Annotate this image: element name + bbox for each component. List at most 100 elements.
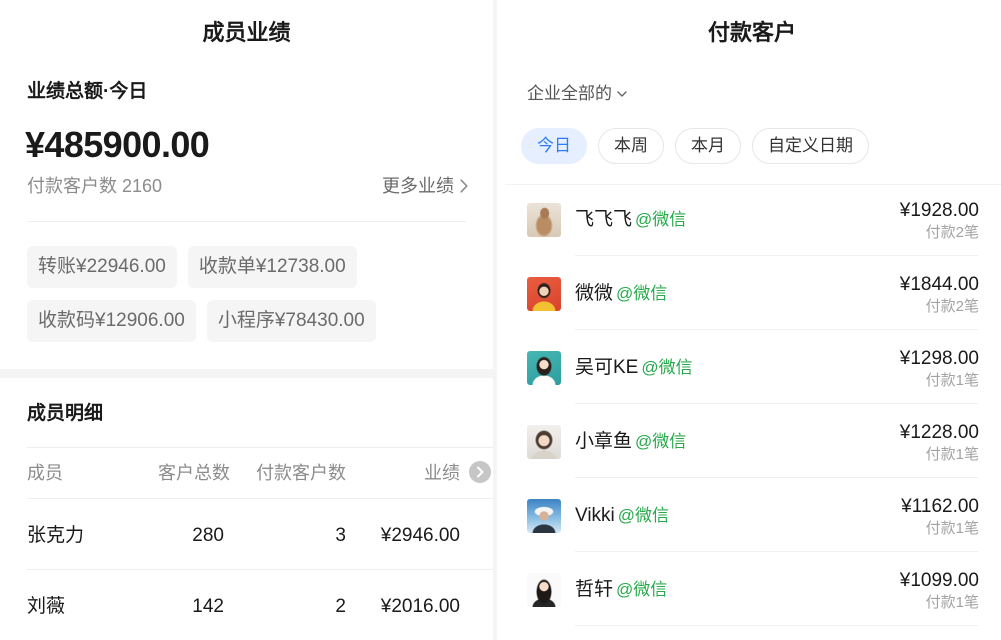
customer-payment-count: 付款2笔 xyxy=(925,298,979,315)
customer-list-item[interactable]: 小章鱼 @微信 ¥1228.00 付款1笔 xyxy=(497,405,1001,479)
customer-list-item[interactable]: 微微 @微信 ¥1844.00 付款2笔 xyxy=(497,257,1001,331)
paying-customers-panel: 付款客户 企业全部的 今日 本周 本月 自定义日期 飞飞飞 @微信 ¥1928.0… xyxy=(497,0,1001,640)
payment-channel-tag: 收款单¥12738.00 xyxy=(187,246,357,288)
paying-customers-value: 2160 xyxy=(122,176,163,196)
divider xyxy=(575,625,978,626)
payment-channel-label: 转账 xyxy=(38,256,77,277)
customer-list-item[interactable]: 飞飞飞 @微信 ¥1928.00 付款2笔 xyxy=(497,183,1001,257)
payment-channel-label: 小程序 xyxy=(217,310,275,331)
customer-name-line: 飞飞飞 @微信 xyxy=(575,207,686,234)
member-row[interactable]: 刘薇 142 2 ¥2016.00 xyxy=(0,583,493,631)
customer-amount: ¥1099.00 xyxy=(899,570,979,591)
more-performance-link[interactable]: 更多业绩 xyxy=(382,175,468,197)
divider xyxy=(575,477,978,478)
customer-avatar xyxy=(527,573,561,607)
customer-name: 哲轩 xyxy=(575,579,614,600)
customer-payment-count: 付款1笔 xyxy=(925,520,979,537)
column-header-total-customers: 客户总数 xyxy=(158,463,230,483)
customer-name: 吴可KE xyxy=(575,357,639,378)
customer-avatar xyxy=(527,425,561,459)
customer-amount: ¥1298.00 xyxy=(899,348,979,369)
customer-payment-count: 付款1笔 xyxy=(925,446,979,463)
date-filter-this-week[interactable]: 本周 xyxy=(598,128,664,164)
member-paying-customers: 2 xyxy=(335,596,346,617)
chevron-right-icon xyxy=(460,179,468,193)
divider xyxy=(27,221,466,222)
payment-channel-amount: ¥12906.00 xyxy=(95,310,185,331)
date-filter-this-month[interactable]: 本月 xyxy=(675,128,741,164)
payment-channel-amount: ¥22946.00 xyxy=(76,256,166,277)
customer-avatar xyxy=(527,499,561,533)
more-performance-label: 更多业绩 xyxy=(382,176,454,196)
scope-filter-dropdown[interactable]: 企业全部的 xyxy=(527,83,627,105)
payment-channel-tags: 转账¥22946.00 收款单¥12738.00 xyxy=(27,246,357,288)
section-title: 成员明细 xyxy=(27,403,104,424)
divider xyxy=(27,447,493,448)
member-total-customers: 142 xyxy=(192,596,224,617)
page-title: 付款客户 xyxy=(707,20,796,45)
customer-name-line: 吴可KE @微信 xyxy=(575,355,693,382)
scope-filter-label: 企业全部的 xyxy=(527,84,612,103)
column-header-member: 成员 xyxy=(27,463,63,483)
customer-list-item[interactable]: Vikki @微信 ¥1162.00 付款1笔 xyxy=(497,479,1001,553)
divider xyxy=(575,403,978,404)
customer-avatar xyxy=(527,203,561,237)
divider xyxy=(27,498,493,499)
page-title: 成员业绩 xyxy=(202,20,291,45)
date-filter-today[interactable]: 今日 xyxy=(521,128,587,164)
summary-label: 业绩总额·今日 xyxy=(27,81,148,102)
member-paying-customers: 3 xyxy=(335,525,346,546)
customer-payment-count: 付款1笔 xyxy=(925,594,979,611)
payment-channel-amount: ¥12738.00 xyxy=(255,256,346,277)
divider xyxy=(575,255,978,256)
date-filter-custom[interactable]: 自定义日期 xyxy=(752,128,869,164)
date-filter-tabs: 今日 本周 本月 自定义日期 xyxy=(521,128,869,164)
member-name: 张克力 xyxy=(27,525,85,546)
customer-source: @微信 xyxy=(635,432,687,451)
payment-channel-tag: 收款码¥12906.00 xyxy=(27,300,196,342)
customer-name: 飞飞飞 xyxy=(575,209,633,230)
payment-channel-tags: 收款码¥12906.00 小程序¥78430.00 xyxy=(27,300,376,342)
member-performance: ¥2946.00 xyxy=(380,525,460,546)
payment-channel-tag: 转账¥22946.00 xyxy=(27,246,177,288)
member-performance-panel: 成员业绩 业绩总额·今日 ¥485900.00 付款客户数 2160 更多业绩 … xyxy=(0,0,493,640)
customer-source: @微信 xyxy=(635,210,687,229)
customer-name-line: Vikki @微信 xyxy=(575,503,669,530)
customer-avatar xyxy=(527,277,561,311)
member-table-header: 成员 客户总数 付款客户数 业绩 xyxy=(0,449,493,497)
customer-source: @微信 xyxy=(617,506,670,525)
customer-amount: ¥1228.00 xyxy=(899,422,979,443)
customer-avatar xyxy=(527,351,561,385)
divider xyxy=(575,551,978,552)
payment-channel-amount: ¥78430.00 xyxy=(274,310,365,331)
customer-list-item[interactable]: 吴可KE @微信 ¥1298.00 付款1笔 xyxy=(497,331,1001,405)
customer-source: @微信 xyxy=(641,358,693,377)
payment-channel-label: 收款单 xyxy=(198,256,256,277)
customer-source: @微信 xyxy=(616,284,668,303)
member-total-customers: 280 xyxy=(192,525,224,546)
customer-amount: ¥1928.00 xyxy=(899,200,979,221)
customer-name: Vikki xyxy=(575,505,615,526)
customer-source: @微信 xyxy=(616,580,668,599)
member-performance: ¥2016.00 xyxy=(380,596,460,617)
customer-payment-count: 付款1笔 xyxy=(925,372,979,389)
column-header-performance: 业绩 xyxy=(424,463,460,483)
customer-name-line: 微微 @微信 xyxy=(575,281,667,308)
section-separator xyxy=(0,369,493,378)
payment-channel-label: 收款码 xyxy=(38,310,96,331)
member-row[interactable]: 张克力 280 3 ¥2946.00 xyxy=(0,512,493,560)
customer-payment-count: 付款2笔 xyxy=(925,224,979,241)
divider xyxy=(27,569,493,570)
customer-name: 微微 xyxy=(575,283,614,304)
customer-amount: ¥1162.00 xyxy=(901,496,979,517)
payment-channel-tag: 小程序¥78430.00 xyxy=(206,300,376,342)
customer-amount: ¥1844.00 xyxy=(899,274,979,295)
member-name: 刘薇 xyxy=(27,596,66,617)
chevron-down-icon xyxy=(617,91,627,97)
divider xyxy=(575,329,978,330)
customer-name-line: 小章鱼 @微信 xyxy=(575,429,686,456)
column-header-paying-customers: 付款客户数 xyxy=(256,463,346,483)
paying-customers-label: 付款客户数 xyxy=(27,176,117,196)
customer-list-item[interactable]: 哲轩 @微信 ¥1099.00 付款1笔 xyxy=(497,553,1001,627)
circle-chevron-right-icon[interactable] xyxy=(469,461,491,483)
